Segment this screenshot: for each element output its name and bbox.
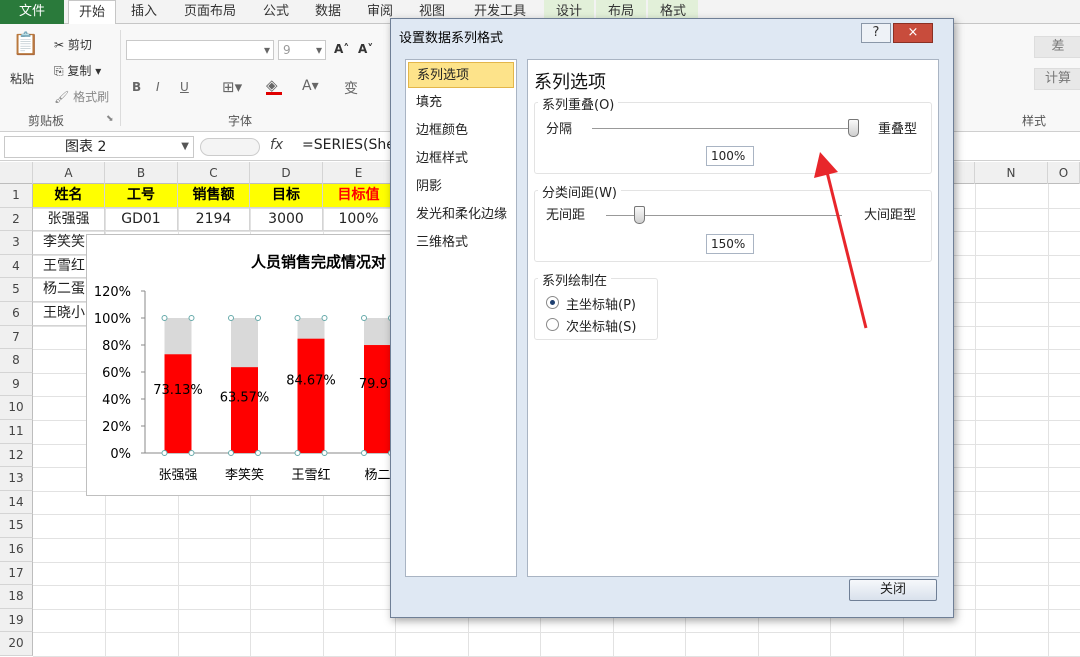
bar-completion <box>164 354 192 453</box>
grid-line <box>33 632 1080 634</box>
row-header[interactable]: 15 <box>0 514 33 538</box>
overlap-value-input[interactable]: 100% <box>706 146 754 166</box>
nav-border-color[interactable]: 边框颜色 <box>408 118 514 144</box>
table-cell[interactable]: GD01 <box>105 207 178 232</box>
selection-handle <box>228 450 234 456</box>
dialog-title: 设置数据系列格式 <box>399 31 504 46</box>
chart-object[interactable]: 人员销售完成情况对 0% 20% 40% 60% 80% 100% 120% 73.13% 张强强… <box>86 234 398 496</box>
close-x-button[interactable]: × <box>893 23 933 43</box>
row-header[interactable]: 10 <box>0 396 33 420</box>
close-button[interactable]: 关闭 <box>849 579 937 601</box>
row-header[interactable]: 17 <box>0 561 33 586</box>
table-cell[interactable]: 2194 <box>178 207 250 232</box>
nav-border-style[interactable]: 边框样式 <box>408 146 514 172</box>
gap-value-input[interactable]: 150% <box>706 234 754 254</box>
y-tick-label: 100% <box>94 312 131 327</box>
data-label: 63.57% <box>220 391 270 406</box>
y-tick-label: 40% <box>102 393 131 408</box>
selection-handle <box>361 450 367 456</box>
row-header[interactable]: 11 <box>0 420 33 444</box>
selection-handle <box>294 315 301 321</box>
row-header[interactable]: 9 <box>0 372 33 397</box>
x-tick-label: 张强强 <box>158 468 197 483</box>
dialog-panel: 系列选项 系列重叠(O) 分隔 重叠型 100% 分类间距(W) 无间距 大间距… <box>527 59 939 577</box>
overlap-left-label: 分隔 <box>546 122 573 137</box>
chart-title: 人员销售完成情况对 <box>251 253 386 271</box>
row-header[interactable]: 4 <box>0 254 33 279</box>
help-button[interactable]: ? <box>861 23 891 43</box>
nav-3d-format[interactable]: 三维格式 <box>408 230 514 256</box>
data-label: 84.67% <box>286 373 336 388</box>
nav-fill[interactable]: 填充 <box>408 90 514 116</box>
bar-completion <box>297 338 325 453</box>
bar-completion <box>231 367 258 453</box>
selection-handle <box>294 450 301 456</box>
selection-handle <box>228 315 234 321</box>
data-label: 73.13% <box>153 383 203 398</box>
row-header[interactable]: 12 <box>0 443 33 468</box>
y-tick-label: 80% <box>102 339 131 354</box>
dialog-nav: 系列选项 填充 边框颜色 边框样式 阴影 发光和柔化边缘 三维格式 <box>405 59 517 577</box>
selection-handle <box>321 315 328 321</box>
chart-svg: 人员销售完成情况对 0% 20% 40% 60% 80% 100% 120% 73.13% 张强强… <box>94 253 397 483</box>
overlap-label: 系列重叠(O) <box>538 94 619 113</box>
row-header[interactable]: 8 <box>0 349 33 373</box>
table-cell[interactable]: 3000 <box>250 207 323 232</box>
gap-left-label: 无间距 <box>546 208 586 223</box>
overlap-slider-track[interactable] <box>592 128 854 129</box>
x-tick-label: 杨二 <box>364 468 390 483</box>
selection-handle <box>161 315 168 321</box>
table-header-cell[interactable]: 目标 <box>250 184 323 208</box>
table-cell[interactable]: 100% <box>323 207 395 232</box>
row-header[interactable]: 7 <box>0 325 33 350</box>
gap-right-label: 大间距型 <box>864 208 917 223</box>
selection-handle <box>255 315 261 321</box>
selection-handle <box>361 315 367 321</box>
secondary-axis-radio[interactable] <box>546 318 559 331</box>
row-header[interactable]: 16 <box>0 538 33 562</box>
row-header[interactable]: 5 <box>0 278 33 302</box>
row-header[interactable]: 18 <box>0 585 33 609</box>
table-cell[interactable]: 张强强 <box>33 207 105 232</box>
y-tick-label: 120% <box>94 285 131 300</box>
primary-axis-radio[interactable] <box>546 296 559 309</box>
row-header[interactable]: 3 <box>0 231 33 255</box>
y-tick-label: 20% <box>102 420 131 435</box>
row-header[interactable]: 14 <box>0 490 33 515</box>
format-data-series-dialog: 设置数据系列格式 ? × 系列选项 填充 边框颜色 边框样式 阴影 发光和柔化边… <box>390 18 954 618</box>
row-header[interactable]: 20 <box>0 632 33 656</box>
gap-label: 分类间距(W) <box>538 182 621 201</box>
x-tick-label: 李笑笑 <box>225 467 264 483</box>
table-header-cell[interactable]: 工号 <box>105 184 178 208</box>
y-tick-label: 0% <box>110 447 131 462</box>
selection-handle <box>255 450 261 456</box>
selection-handle <box>161 450 168 456</box>
overlap-right-label: 重叠型 <box>878 122 918 137</box>
selection-handle <box>321 450 328 456</box>
x-tick-label: 王雪红 <box>291 467 330 483</box>
overlap-slider-thumb[interactable] <box>848 119 859 137</box>
row-header[interactable]: 13 <box>0 467 33 491</box>
nav-glow-soft-edges[interactable]: 发光和柔化边缘 <box>408 202 514 228</box>
plot-on-label: 系列绘制在 <box>538 270 612 289</box>
table-header-cell[interactable]: 姓名 <box>33 184 105 208</box>
bar-completion <box>364 345 391 453</box>
row-header[interactable]: 2 <box>0 207 33 232</box>
row-header[interactable]: 19 <box>0 608 33 633</box>
selection-handle <box>188 315 195 321</box>
nav-series-options[interactable]: 系列选项 <box>408 62 514 88</box>
row-header[interactable]: 6 <box>0 302 33 326</box>
table-header-cell[interactable]: 目标值 <box>323 184 395 208</box>
table-header-cell[interactable]: 销售额 <box>178 184 250 208</box>
y-tick-label: 60% <box>102 366 131 381</box>
nav-shadow[interactable]: 阴影 <box>408 174 514 200</box>
secondary-axis-label: 次坐标轴(S) <box>566 320 637 335</box>
selection-handle <box>188 450 195 456</box>
row-header[interactable]: 1 <box>0 184 33 208</box>
gap-slider-thumb[interactable] <box>634 206 646 224</box>
panel-title: 系列选项 <box>534 72 606 93</box>
primary-axis-label: 主坐标轴(P) <box>566 298 636 313</box>
